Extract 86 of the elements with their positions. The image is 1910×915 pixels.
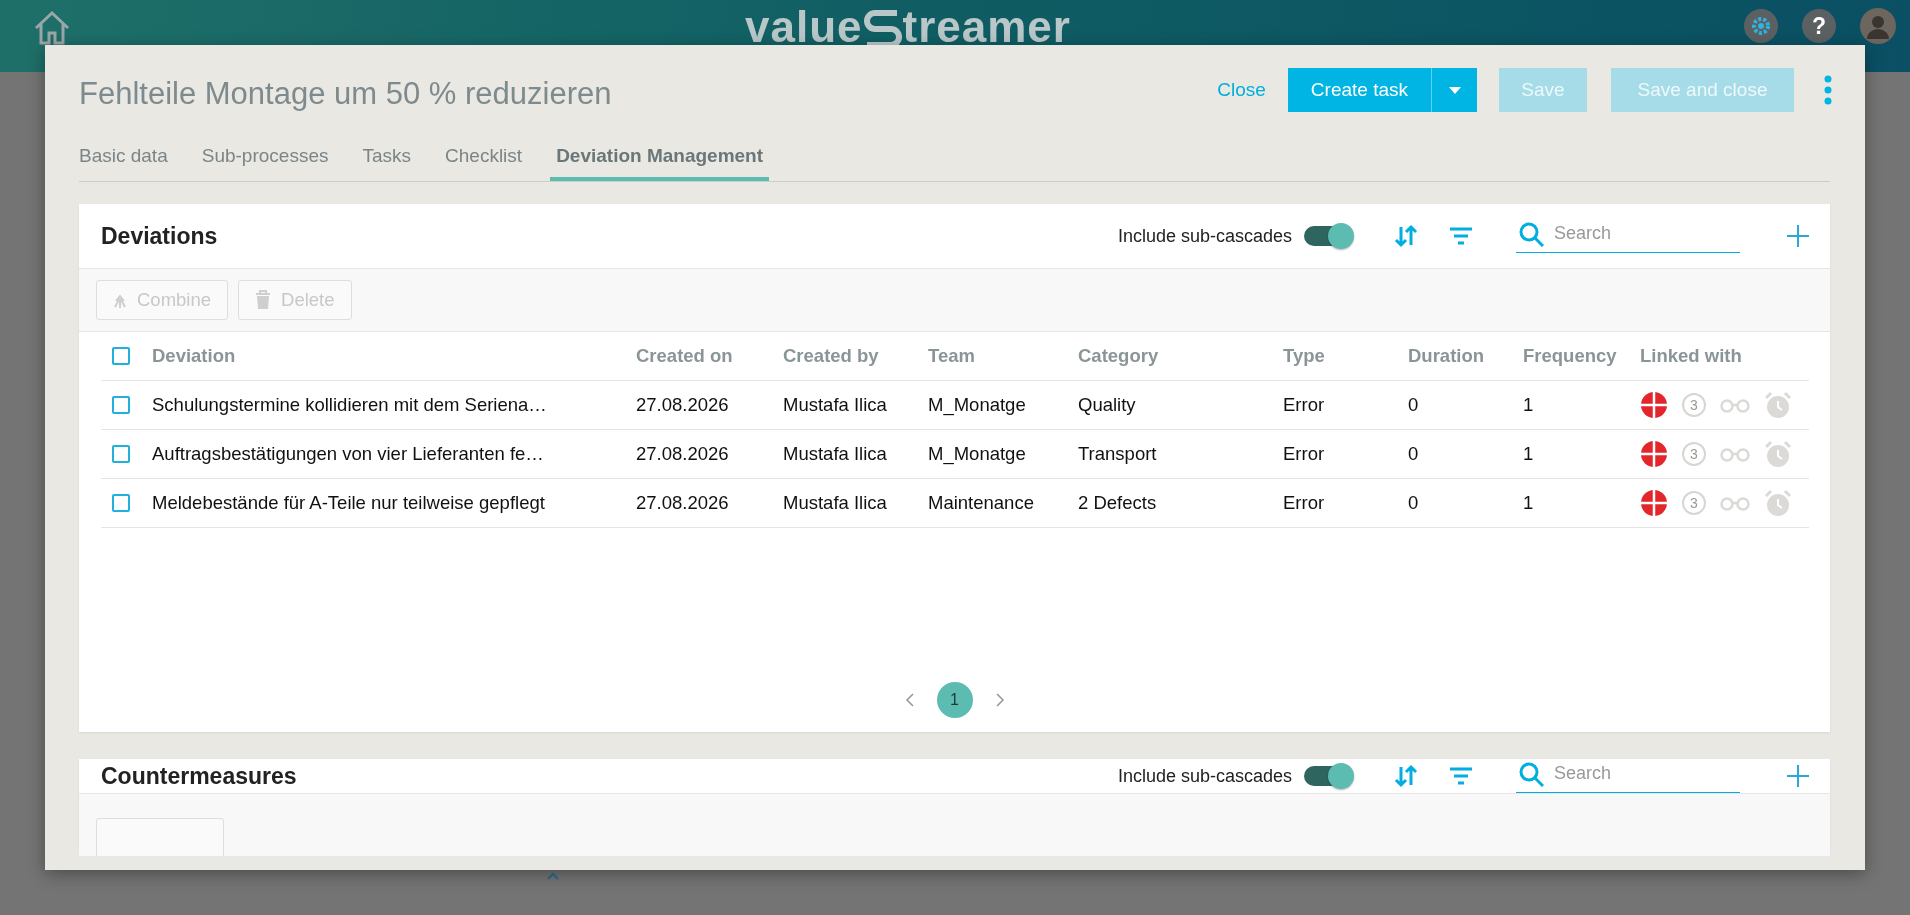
count-badge[interactable]: 3 — [1682, 442, 1706, 466]
count-badge[interactable]: 3 — [1682, 491, 1706, 515]
close-link[interactable]: Close — [1217, 79, 1266, 101]
glasses-icon[interactable] — [1720, 397, 1750, 413]
card-title: Deviations — [101, 222, 219, 250]
table-cell: Mustafa Ilica — [783, 492, 887, 513]
tab[interactable]: Tasks — [362, 138, 412, 181]
sort-icon[interactable] — [1394, 224, 1418, 248]
table-cell: Error — [1283, 394, 1325, 415]
add-icon[interactable] — [1786, 764, 1810, 788]
table-cell: Transport — [1078, 443, 1157, 464]
help-button[interactable]: ? — [1802, 9, 1836, 43]
search-icon — [1518, 761, 1544, 787]
cross-circle-icon[interactable] — [1640, 391, 1668, 419]
table-cell: Error — [1283, 443, 1325, 464]
checkbox[interactable] — [112, 445, 130, 463]
add-icon[interactable] — [1786, 224, 1810, 248]
alarm-clock-icon[interactable] — [1764, 489, 1792, 517]
table-cell: 0 — [1408, 443, 1419, 464]
column-header[interactable]: Created on — [636, 345, 733, 366]
table-cell: 1 — [1523, 443, 1534, 464]
table-cell: Auftragsbestätigungen von vier Lieferanten fe… — [152, 443, 544, 464]
tab[interactable]: Deviation Management — [550, 138, 770, 181]
toggle-label: Include sub-cascades — [1117, 225, 1292, 247]
checkbox[interactable] — [112, 396, 130, 414]
column-header[interactable]: Created by — [783, 345, 879, 366]
logo-text: value — [745, 2, 863, 52]
tab[interactable]: Basic data — [79, 138, 168, 181]
home-icon[interactable] — [32, 8, 72, 48]
tab[interactable]: Checklist — [445, 138, 523, 181]
tab[interactable]: Sub-processes — [201, 138, 329, 181]
column-header[interactable]: Linked with — [1640, 345, 1742, 366]
cross-circle-icon[interactable] — [1640, 489, 1668, 517]
page-button[interactable]: 1 — [936, 682, 973, 718]
table-cell: M_Monatge — [928, 443, 1026, 464]
toggle-label: Include sub-cascades — [1117, 765, 1292, 787]
logo-text: treamer — [902, 2, 1071, 52]
search-field[interactable]: Search — [1516, 219, 1740, 253]
table-cell: 1 — [1523, 492, 1534, 513]
table-cell: 2 Defects — [1078, 492, 1157, 513]
glasses-icon[interactable] — [1720, 495, 1750, 511]
table-cell: 0 — [1408, 394, 1419, 415]
card-title: Countermeasures — [101, 762, 298, 790]
alarm-clock-icon[interactable] — [1764, 440, 1792, 468]
search-icon — [1518, 221, 1544, 247]
chevron-left-icon[interactable] — [904, 693, 915, 707]
caret-down-icon — [1448, 86, 1461, 94]
checkbox[interactable] — [112, 347, 130, 365]
table-cell: 27.08.2026 — [636, 394, 729, 415]
toolbar-button[interactable] — [96, 818, 224, 856]
more-icon[interactable] — [1824, 75, 1832, 105]
column-header[interactable]: Duration — [1408, 345, 1485, 366]
table-cell: 27.08.2026 — [636, 443, 729, 464]
checkbox[interactable] — [112, 494, 130, 512]
table-cell: Quality — [1078, 394, 1136, 415]
chevron-right-icon[interactable] — [994, 693, 1005, 707]
settings-icon[interactable] — [1744, 9, 1778, 43]
create-task-button[interactable]: Create task — [1287, 68, 1431, 112]
table-cell: 1 — [1523, 394, 1534, 415]
sort-icon[interactable] — [1394, 764, 1418, 788]
avatar-icon[interactable] — [1860, 8, 1896, 44]
column-header[interactable]: Frequency — [1523, 345, 1617, 366]
dialog-title: Fehlteile Montage um 50 % reduzieren — [79, 76, 613, 112]
column-header[interactable]: Type — [1283, 345, 1325, 366]
column-header[interactable]: Category — [1078, 345, 1159, 366]
table-cell: M_Monatge — [928, 394, 1026, 415]
toggle-switch[interactable] — [1304, 763, 1354, 789]
column-header[interactable]: Team — [928, 345, 975, 366]
toggle-switch[interactable] — [1304, 223, 1354, 249]
table-cell: Maintenance — [928, 492, 1034, 513]
alarm-clock-icon[interactable] — [1764, 391, 1792, 419]
search-field[interactable]: Search — [1516, 759, 1740, 793]
glasses-icon[interactable] — [1720, 446, 1750, 462]
table-cell: Mustafa Ilica — [783, 394, 887, 415]
table-cell: 27.08.2026 — [636, 492, 729, 513]
count-badge[interactable]: 3 — [1682, 393, 1706, 417]
table-cell: Error — [1283, 492, 1325, 513]
caret-up-icon — [547, 872, 559, 880]
trash-icon — [255, 290, 272, 310]
table-cell: 0 — [1408, 492, 1419, 513]
table-cell: Schulungstermine kollidieren mit dem Seriena… — [152, 394, 547, 415]
table-cell: Mustafa Ilica — [783, 443, 887, 464]
column-header[interactable]: Deviation — [152, 345, 236, 366]
table-cell: Meldebestände für A-Teile nur teilweise gepflegt — [152, 492, 545, 513]
dropdown-button[interactable] — [1431, 68, 1477, 112]
cross-circle-icon[interactable] — [1640, 440, 1668, 468]
